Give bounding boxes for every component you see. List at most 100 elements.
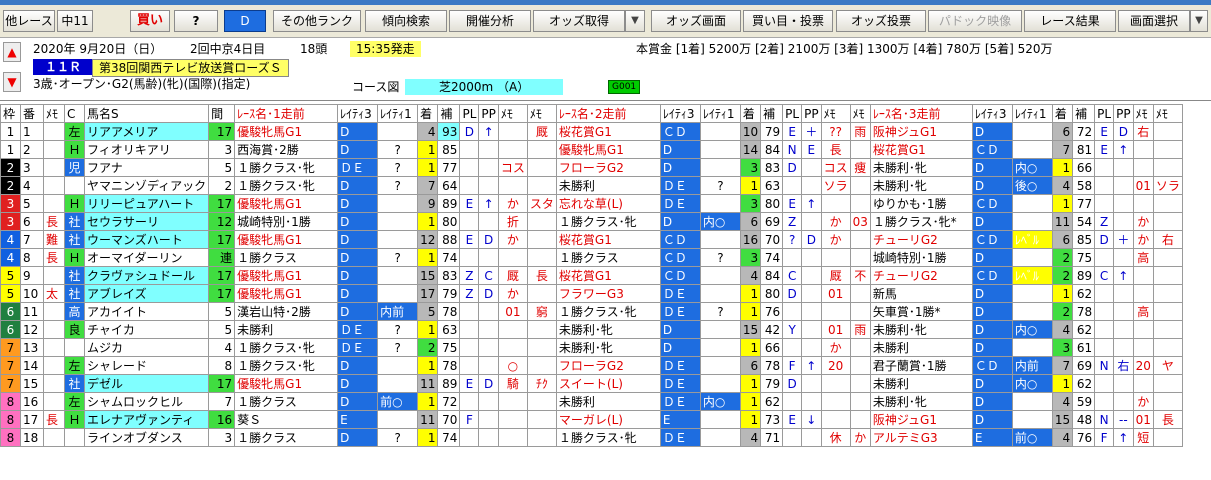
horse-number: 1: [20, 122, 44, 141]
column-header[interactable]: 補: [760, 104, 784, 123]
help-button[interactable]: ?: [174, 10, 218, 32]
horse-name[interactable]: フアナ: [83, 158, 210, 177]
column-header[interactable]: 馬名S: [83, 104, 210, 123]
horse-name[interactable]: ムジカ: [83, 338, 210, 357]
column-header[interactable]: ﾚｲﾃｨ3: [971, 104, 1013, 123]
table-row[interactable]: 6 12 良チャイカ 5 未勝利 ＤＥ? 1 63 未勝利･牝 D 15 42 Y 01 雨未勝利･牝 D 内○…: [0, 320, 1183, 339]
column-header[interactable]: 着: [739, 104, 762, 123]
next-race-arrow-icon[interactable]: ▼: [3, 72, 21, 92]
rank-d-button[interactable]: D: [224, 10, 266, 32]
table-row[interactable]: 2 4 ヤマニンゾディアック 2 １勝クラス･牝 D? 7 64 未勝利 ＤＥ? 1 63 ソラ 未勝利･…: [0, 176, 1183, 195]
column-header[interactable]: ﾒﾓ: [497, 104, 528, 123]
horse-name[interactable]: ヤマニンゾディアック: [83, 176, 210, 195]
table-row[interactable]: 8 18 ラインオブダンス 3 １勝クラス D? 1 74 １勝クラス･牝 ＤＥ 4 71 休かアルテミ…: [0, 428, 1183, 447]
table-row[interactable]: 5 10 太社アブレイズ 17 優駿牝馬G1 D 17 79 Z D かフラワーG3 ＤＥ 1 80 D 01…: [0, 284, 1183, 303]
other-race-button[interactable]: 他レース: [3, 10, 55, 32]
screen-select-dropdown-icon[interactable]: ▼: [1190, 10, 1208, 32]
horse-name[interactable]: クラヴァシュドール: [83, 266, 210, 285]
table-row[interactable]: 1 2 Ｈ フィオリキアリ 3 西海賞･2勝 D? 1 85 優駿牝馬G1 D 14 84 N E 長桜花賞G…: [0, 140, 1183, 159]
rating3-cell: ＣＤ: [971, 194, 1013, 213]
venue-race-button[interactable]: 中11: [57, 10, 93, 32]
horse-name[interactable]: シャレード: [83, 356, 210, 375]
column-header[interactable]: ﾚｲﾃｨ1: [1011, 104, 1053, 123]
table-row[interactable]: 4 7 難社ウーマンズハート 17 優駿牝馬G1 D 12 88 E D か桜花賞G1 ＣＤ 16 70?…: [0, 230, 1183, 249]
horse-name[interactable]: エレナアヴァンティ: [83, 410, 210, 429]
column-header[interactable]: 着: [1051, 104, 1074, 123]
other-rank-button[interactable]: その他ランク: [273, 10, 361, 32]
table-row[interactable]: 4 8 長 Ｈ オーマイダーリン連 １勝クラス D? 1 74 １勝クラス ＣＤ? 3 74 城崎特別･1…: [0, 248, 1183, 267]
column-header[interactable]: 着: [417, 104, 439, 123]
memo-cell: [1113, 176, 1134, 195]
horse-name[interactable]: デゼル: [83, 374, 210, 393]
table-row[interactable]: 3 5 Ｈ リリーピュアハート 17 優駿牝馬G1 D 9 89 E ↑ かスタ 忘れな草(L) ＤＥ 3 8…: [0, 194, 1183, 213]
column-header[interactable]: 間: [208, 104, 236, 123]
horse-name[interactable]: リリーピュアハート: [83, 194, 210, 213]
table-row[interactable]: 7 14 左シャレード 8 １勝クラス･牝 D 1 78 ○ フローラG2 ＤＥ 6 78 F ↑ 20 君子蘭…: [0, 356, 1183, 375]
table-row[interactable]: 7 15 社デゼル 17 優駿牝馬G1 D 11 89 E D 騎ﾁｸ スイート(L) ＤＥ 1 79 D 未勝…: [0, 374, 1183, 393]
column-header[interactable]: PL: [782, 104, 803, 123]
column-header[interactable]: PP: [801, 104, 822, 123]
horse-name[interactable]: リアアメリア: [83, 122, 210, 141]
rating-cell: 77: [1072, 194, 1096, 213]
rating3-cell: ＣＤ: [971, 230, 1013, 249]
course-map-label[interactable]: コース図: [352, 79, 399, 95]
table-row[interactable]: 6 11 高アカイイト 5 漢岩山特･2勝 D 内前 5 78 01 窮 １勝クラス･牝 ＤＥ? 1 76 矢…: [0, 302, 1183, 321]
column-header[interactable]: ﾒﾓ: [820, 104, 851, 123]
column-header[interactable]: ﾚｰｽ名･2走前: [555, 104, 661, 123]
column-header[interactable]: PL: [1094, 104, 1115, 123]
table-row[interactable]: 7 13 ムジカ 4 １勝クラス･牝 ＤＥ? 2 75 未勝利･牝 D 1 66 か未勝利 D 3 61: [0, 338, 1183, 357]
prev-race-arrow-icon[interactable]: ▲: [3, 42, 21, 62]
table-row[interactable]: 5 9 社クラヴァシュドール 17 優駿牝馬G1 D 15 83 Z C 厩長桜花賞G1 ＣＤ 4 84 C…: [0, 266, 1183, 285]
column-header[interactable]: ﾚｲﾃｨ3: [337, 104, 379, 123]
memo-cell: [1152, 392, 1183, 411]
race-result-button[interactable]: レース結果: [1024, 10, 1116, 32]
column-header[interactable]: ﾒﾓ: [849, 104, 871, 123]
memo-cell: [459, 392, 480, 411]
column-header[interactable]: ﾒﾓ: [526, 104, 557, 123]
trend-search-button[interactable]: 傾向検索: [365, 10, 447, 32]
horse-name[interactable]: アブレイズ: [83, 284, 210, 303]
table-row[interactable]: 1 1 左リアアメリア 17 優駿牝馬G1 D 4 93 D ↑ 厩桜花賞G1 ＣＤ 10 79 E ＋?? 雨…: [0, 122, 1183, 141]
paddock-video-button[interactable]: パドック映像: [928, 10, 1022, 32]
column-header[interactable]: 番: [20, 104, 44, 123]
column-header[interactable]: ﾒﾓ: [1152, 104, 1183, 123]
horse-name[interactable]: ウーマンズハート: [83, 230, 210, 249]
column-header[interactable]: PP: [478, 104, 499, 123]
buy-button[interactable]: 買い: [130, 10, 170, 32]
column-header[interactable]: PP: [1113, 104, 1134, 123]
horse-name[interactable]: ラインオブダンス: [83, 428, 210, 447]
table-row[interactable]: 8 17 長 Ｈ エレナアヴァンティ 16 葵Ｓ E 11 70 F マーガレ(L) E 1 73 E ↓ 阪神ジ…: [0, 410, 1183, 429]
column-header[interactable]: ﾚｰｽ名･1走前: [234, 104, 339, 123]
horse-name[interactable]: シャムロックヒル: [83, 392, 210, 411]
odds-screen-button[interactable]: オッズ画面: [651, 10, 741, 32]
table-row[interactable]: 2 3 児フアナ 5 １勝クラス･牝 ＤＥ? 1 77 コス フローラG2 D 3 83 D コス痩未勝利･…: [0, 158, 1183, 177]
horse-name[interactable]: オーマイダーリン: [83, 248, 210, 267]
column-header[interactable]: ﾒﾓ: [1132, 104, 1154, 123]
column-header[interactable]: C: [64, 104, 85, 123]
odds-fetch-dropdown-icon[interactable]: ▼: [625, 10, 645, 32]
column-header[interactable]: ﾒﾓ: [43, 104, 65, 123]
horse-name[interactable]: フィオリキアリ: [83, 140, 210, 159]
horse-name[interactable]: セウラサーリ: [83, 212, 210, 231]
rating3-cell: ＤＥ: [659, 374, 701, 393]
table-row[interactable]: 3 6 長社セウラサーリ 12 城崎特別･1勝 D 1 80 折 １勝クラス･牝 D 内○ 6 69 Z か 0…: [0, 212, 1183, 231]
column-header[interactable]: ﾚｰｽ名･3走前: [869, 104, 973, 123]
screen-select-button[interactable]: 画面選択: [1118, 10, 1190, 32]
column-header[interactable]: ﾚｲﾃｨ1: [699, 104, 741, 123]
column-header[interactable]: ﾚｲﾃｨ1: [377, 104, 419, 123]
memo-cell: [43, 158, 65, 177]
horse-name[interactable]: アカイイト: [83, 302, 210, 321]
horse-name[interactable]: チャイカ: [83, 320, 210, 339]
meeting-analysis-button[interactable]: 開催分析: [449, 10, 531, 32]
column-header[interactable]: PL: [459, 104, 480, 123]
memo-cell: [820, 302, 851, 321]
odds-vote-button[interactable]: オッズ投票: [836, 10, 926, 32]
column-header[interactable]: 補: [437, 104, 461, 123]
odds-fetch-button[interactable]: オッズ取得: [533, 10, 625, 32]
table-row[interactable]: 8 16 左シャムロックヒル 7 １勝クラス D 前○ 1 72 未勝利 ＤＥ 内○ 1 62 未勝利･牝 D…: [0, 392, 1183, 411]
rating1-cell: [1011, 248, 1053, 267]
column-header[interactable]: 補: [1072, 104, 1096, 123]
column-header[interactable]: 枠: [0, 104, 21, 123]
bet-vote-button[interactable]: 買い目・投票: [743, 10, 833, 32]
column-header[interactable]: ﾚｲﾃｨ3: [659, 104, 701, 123]
